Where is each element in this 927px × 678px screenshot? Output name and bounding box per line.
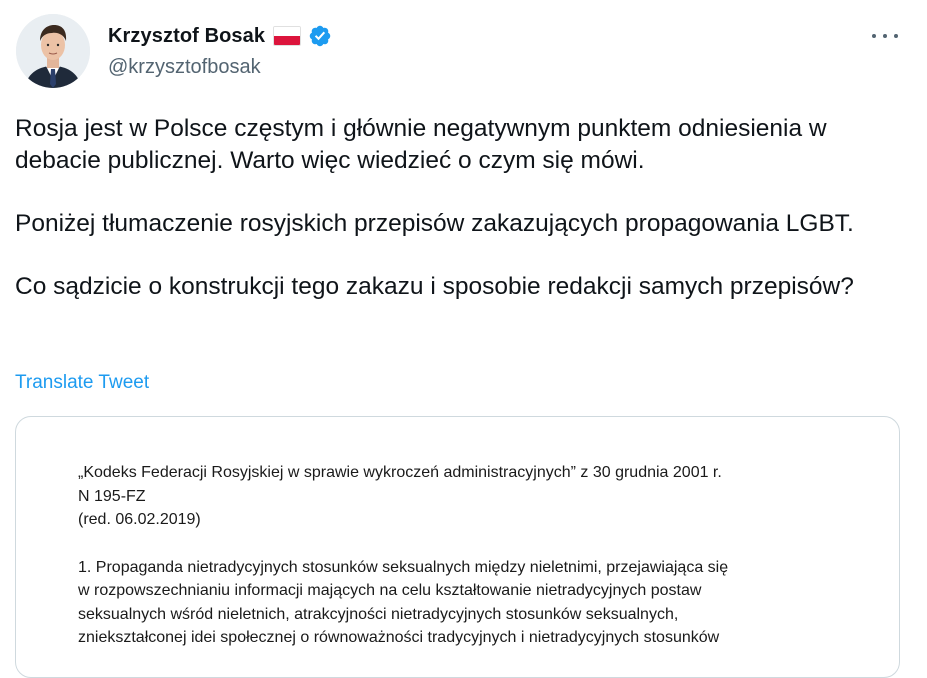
poland-flag-icon [273,26,302,46]
verified-badge-icon[interactable] [308,24,332,48]
tweet-paragraph: Rosja jest w Polsce częstym i głównie ne… [15,115,827,174]
document-line: „Kodeks Federacji Rosyjskiej w sprawie w… [78,464,722,481]
author-handle[interactable]: @krzysztofbosak [108,56,261,79]
document-line: 1. Propaganda nietradycyjnych stosunków … [78,558,729,576]
document-line: seksualnych wśród nieletnich, atrakcyjno… [78,605,679,623]
tweet-text: Rosja jest w Polsce częstym i głównie ne… [15,113,905,302]
avatar-image [16,14,90,88]
document-line: w rozpowszechnianiu informacji mających … [78,582,702,599]
tweet-paragraph: Co sądzicie o konstrukcji tego zakazu i … [15,272,854,300]
author-name-row: Krzysztof Bosak [108,24,332,48]
more-options-icon[interactable] [872,28,898,44]
author-display-name[interactable]: Krzysztof Bosak [108,25,265,48]
translate-tweet-link[interactable]: Translate Tweet [15,372,149,394]
avatar[interactable] [16,14,90,88]
tweet: Krzysztof Bosak @krzysztofbosak Rosja je… [0,0,927,678]
document-text: „Kodeks Federacji Rosyjskiej w sprawie w… [78,461,858,650]
document-line: (red. 06.02.2019) [78,511,201,528]
tweet-paragraph: Poniżej tłumaczenie rosyjskich przepisów… [15,209,854,237]
attached-image[interactable]: „Kodeks Federacji Rosyjskiej w sprawie w… [15,416,900,678]
document-line: zniekształconej idei społecznej o równow… [78,629,720,646]
document-line: N 195-FZ [78,487,146,505]
